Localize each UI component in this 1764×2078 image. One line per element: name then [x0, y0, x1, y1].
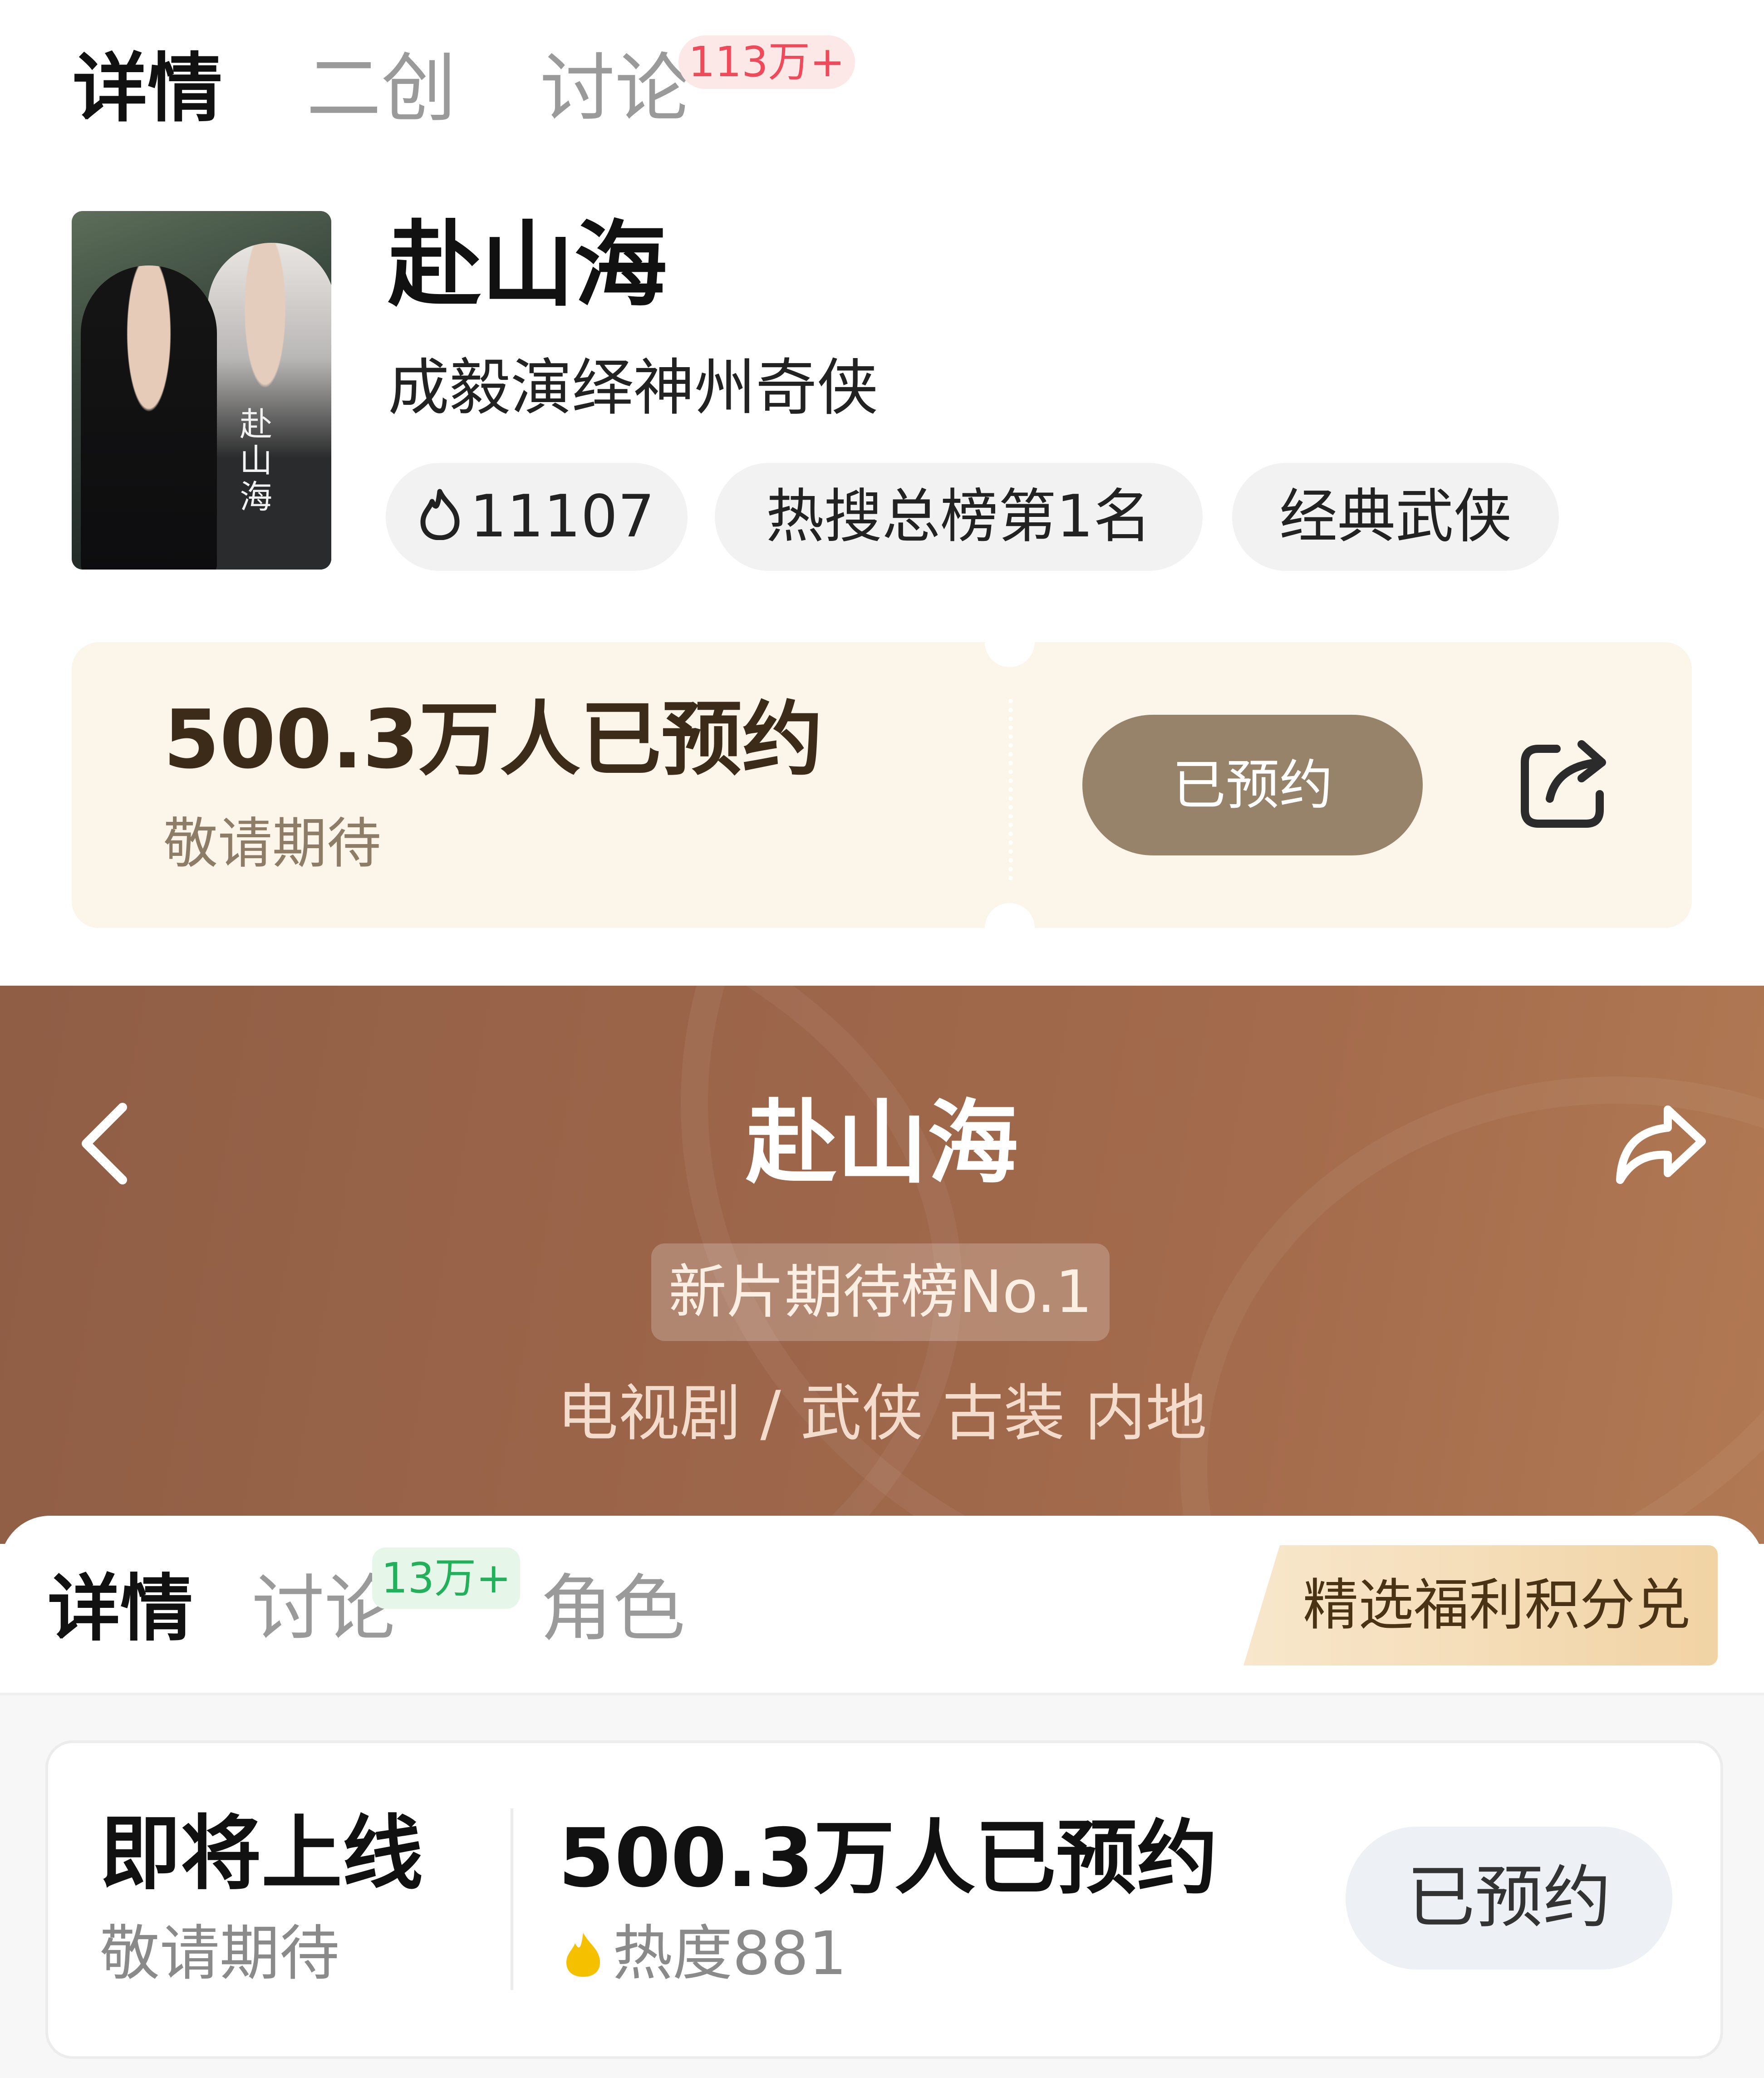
- poster-calligraphy: 赴山海: [240, 405, 273, 516]
- poster-figure-black-hair: [81, 265, 217, 570]
- genre-line: 电视剧 / 武侠 古装 内地: [557, 1378, 1207, 1449]
- share-arrow-icon[interactable]: [1611, 1098, 1711, 1189]
- reservation-count: 500.3万人已预约: [163, 693, 823, 786]
- tab-roles[interactable]: 角色: [540, 1563, 685, 1654]
- reserved-button[interactable]: 已预约: [1082, 715, 1423, 855]
- reserved-button-2[interactable]: 已预约: [1346, 1827, 1672, 1970]
- reservation-hint: 敬请期待: [163, 812, 381, 875]
- launch-hint: 敬请期待: [100, 1919, 339, 1989]
- show-poster[interactable]: 赴山海: [72, 211, 331, 570]
- tab-details-2[interactable]: 详情: [48, 1563, 193, 1654]
- genre-chip[interactable]: 经典武侠: [1232, 463, 1559, 571]
- reservation-count-2: 500.3万人已预约: [558, 1811, 1218, 1905]
- heat-chip[interactable]: 11107: [386, 463, 688, 571]
- ticket-notch-bottom: [985, 903, 1035, 953]
- heat-chip-label: 11107: [470, 483, 655, 550]
- flame-filled-icon: [563, 1919, 604, 1996]
- ranking-badge[interactable]: 新片期待榜No.1: [651, 1243, 1110, 1341]
- tab-details[interactable]: 详情: [73, 43, 222, 134]
- status-divider: [511, 1808, 513, 1990]
- launch-status: 即将上线: [100, 1807, 423, 1901]
- share-out-icon[interactable]: [1513, 731, 1618, 835]
- banner-title: 赴山海: [746, 1091, 1018, 1196]
- ticket-notch-top: [985, 617, 1035, 667]
- heat-label: 热度881: [613, 1919, 847, 1989]
- show-subtitle: 成毅演绎神州奇侠: [388, 352, 878, 423]
- ticket-divider: [1008, 699, 1013, 880]
- show-title: 赴山海: [388, 211, 667, 319]
- tab-fan-creations[interactable]: 二创: [306, 43, 456, 134]
- flame-icon: [418, 467, 462, 575]
- discussion-count-badge: 113万+: [678, 35, 855, 89]
- welfare-redeem-button[interactable]: 精选福利积分兑: [1243, 1545, 1718, 1665]
- heat-value: 热度881: [563, 1915, 847, 1996]
- hot-search-chip[interactable]: 热搜总榜第1名: [715, 463, 1203, 571]
- tab-discussion[interactable]: 讨论: [540, 43, 690, 134]
- discussion-count-badge-2: 13万+: [372, 1547, 521, 1609]
